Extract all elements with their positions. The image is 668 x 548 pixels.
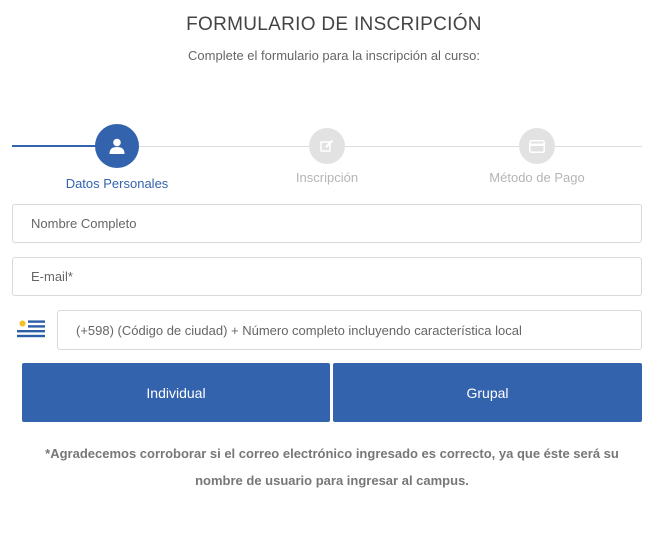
step-circle [519, 128, 555, 164]
email-input[interactable] [12, 257, 642, 296]
step-datos-personales[interactable]: Datos Personales [57, 124, 177, 191]
step-inscripcion[interactable]: Inscripción [267, 128, 387, 185]
step-metodo-de-pago[interactable]: Método de Pago [477, 128, 597, 185]
step-circle [309, 128, 345, 164]
step-label: Inscripción [295, 170, 359, 185]
phone-input[interactable] [57, 310, 642, 350]
user-icon [109, 138, 125, 154]
page-title: FORMULARIO DE INSCRIPCIÓN [186, 14, 482, 35]
page-subtitle: Complete el formulario para la inscripci… [188, 48, 480, 63]
full-name-input[interactable] [12, 204, 642, 243]
uruguay-flag-icon[interactable] [17, 318, 45, 340]
grupal-button[interactable]: Grupal [333, 363, 642, 422]
step-label: Datos Personales [65, 176, 169, 191]
email-note-line-1: *Agradecemos corroborar si el correo ele… [45, 446, 619, 461]
credit-card-icon [529, 139, 545, 153]
email-note-line-2: nombre de usuario para ingresar al campu… [195, 473, 469, 488]
individual-button[interactable]: Individual [22, 363, 330, 422]
email-note: *Agradecemos corroborar si el correo ele… [22, 440, 642, 494]
step-label: Método de Pago [489, 170, 585, 185]
step-circle-active [95, 124, 139, 168]
edit-icon [320, 139, 334, 152]
